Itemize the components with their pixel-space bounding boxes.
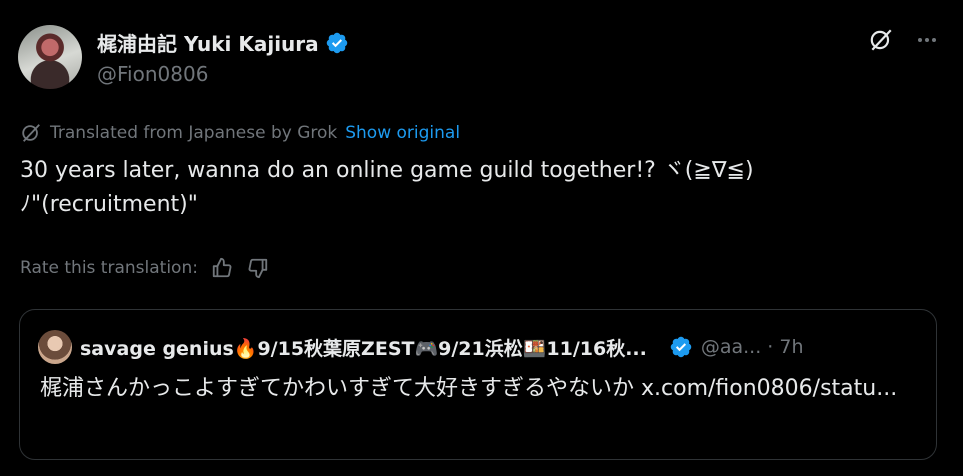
quoted-author-avatar — [38, 330, 72, 364]
author-handle[interactable]: @Fion0806 — [97, 62, 208, 86]
translation-notice-text: Translated from Japanese by Grok — [50, 123, 338, 143]
thumbs-up-icon[interactable] — [210, 256, 234, 280]
quoted-tweet[interactable]: savage genius🔥9/15秋葉原ZEST🎮9/21浜松🍱11/16秋.… — [19, 309, 937, 460]
author-avatar[interactable] — [18, 25, 82, 89]
rate-translation-row: Rate this translation: — [20, 256, 270, 280]
translation-notice: Translated from Japanese by Grok Show or… — [20, 122, 460, 144]
quoted-tweet-link[interactable]: x.com/fion0806/statu... — [641, 376, 897, 401]
tweet-actions — [867, 26, 941, 54]
verified-badge-icon — [326, 32, 347, 53]
quoted-tweet-text: 梶浦さんかっこよすぎてかわいすぎて大好きすぎるやないか x.com/fion08… — [40, 372, 920, 406]
thumbs-down-icon[interactable] — [246, 256, 270, 280]
author-name-row: 梶浦由記 Yuki Kajiura — [97, 28, 349, 57]
show-original-link[interactable]: Show original — [345, 123, 460, 143]
verified-badge-icon — [670, 336, 692, 358]
grok-icon[interactable] — [867, 26, 895, 54]
author-display-name[interactable]: 梶浦由記 Yuki Kajiura — [97, 28, 319, 57]
rate-translation-label: Rate this translation: — [20, 258, 198, 278]
grok-icon — [22, 124, 40, 142]
quoted-author-name: savage genius🔥9/15秋葉原ZEST🎮9/21浜松🍱11/16秋.… — [80, 337, 647, 360]
quoted-tweet-body: 梶浦さんかっこよすぎてかわいすぎて大好きすぎるやないか — [40, 376, 641, 401]
quoted-tweet-header: savage genius🔥9/15秋葉原ZEST🎮9/21浜松🍱11/16秋.… — [38, 330, 918, 364]
more-dots-icon[interactable] — [913, 26, 941, 54]
quoted-author-handle-time: @aa... · 7h — [700, 336, 804, 358]
tweet-text: 30 years later, wanna do an online game … — [20, 158, 754, 217]
